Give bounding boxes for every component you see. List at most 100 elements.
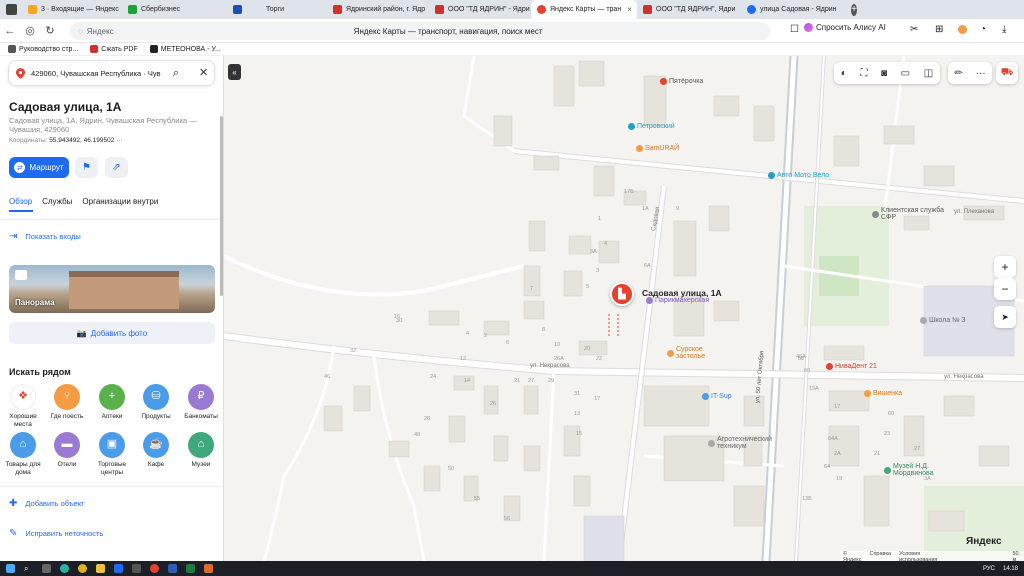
protect-icon[interactable]: ◎ xyxy=(20,24,40,37)
collapse-panel-button[interactable]: « xyxy=(228,64,241,80)
poi[interactable]: Музей Н.Д. Мордвинова xyxy=(884,463,944,477)
extension-icon[interactable]: ✂ xyxy=(910,24,918,35)
explorer-icon[interactable] xyxy=(96,564,105,573)
fork-icon: ⑂ xyxy=(54,384,80,410)
app-icon[interactable] xyxy=(132,564,141,573)
poi[interactable]: Авто Мото Вело xyxy=(768,172,829,179)
coordinates-value[interactable]: 55.943492, 46.199502 xyxy=(49,137,114,144)
browser-tab-active[interactable]: Яндекс Карты — тран × xyxy=(531,0,637,19)
street-label: ул. Некрасова xyxy=(530,363,570,369)
category-home-goods[interactable]: ⌂ Товары для дома xyxy=(2,432,44,476)
close-tab-icon[interactable]: × xyxy=(627,5,632,14)
panel-scrollbar[interactable] xyxy=(220,116,223,296)
reload-icon[interactable]: ↻ xyxy=(40,24,60,37)
layers-icon[interactable]: ◐ xyxy=(841,68,847,79)
browser-menu-button[interactable] xyxy=(0,0,22,19)
alice-icon xyxy=(804,23,813,32)
add-object-link[interactable]: ✚ Добавить объект xyxy=(9,498,85,509)
lang-indicator[interactable]: РУС xyxy=(983,566,995,572)
clock[interactable]: 14:18 xyxy=(1003,566,1018,572)
share-button[interactable]: ⇗ xyxy=(105,157,128,178)
ruler-icon[interactable]: ✏ xyxy=(954,68,962,79)
back-arrow-icon[interactable]: ← xyxy=(0,25,20,37)
word-icon[interactable] xyxy=(168,564,177,573)
app-icon[interactable] xyxy=(204,564,213,573)
excel-icon[interactable] xyxy=(186,564,195,573)
poi[interactable]: Петровский xyxy=(628,123,675,130)
map-canvas[interactable]: « ◐ ⛶ ◙ ▭ ◫ ✏ ··· ⛟ + − ➤ Пятёрочка Петр… xyxy=(224,56,1024,561)
poi[interactable]: Пятёрочка xyxy=(660,78,703,85)
more-icon[interactable]: ··· xyxy=(976,68,986,79)
poi[interactable]: Школа № 3 xyxy=(920,317,966,324)
divider xyxy=(0,486,223,487)
locate-me-button[interactable]: ➤ xyxy=(994,306,1016,328)
category-pharmacy[interactable]: + Аптеки xyxy=(91,384,133,421)
url-field[interactable]: ◌ Яндекс Яндекс Карты — транспорт, навиг… xyxy=(70,22,770,40)
new-tab-button[interactable]: + xyxy=(845,0,863,19)
chrome-icon[interactable] xyxy=(78,564,87,573)
app-icon[interactable] xyxy=(114,564,123,573)
poi[interactable]: НиваДент 21 xyxy=(826,363,877,370)
layers-stack-icon[interactable]: ◫ xyxy=(924,68,933,79)
poi[interactable]: IT-Sup xyxy=(702,393,732,400)
profile-button[interactable]: ⛟ xyxy=(996,62,1018,84)
tab-organizations[interactable]: Организации внутри xyxy=(82,197,158,206)
bookmark-icon[interactable]: ☐ xyxy=(790,24,799,35)
category-hotels[interactable]: ▬ Отели xyxy=(46,432,88,469)
browser-tab[interactable]: 3 · Входящие — Яндекс xyxy=(22,0,122,19)
close-icon[interactable]: ✕ xyxy=(199,66,208,79)
yandex-browser-icon[interactable] xyxy=(150,564,159,573)
poi[interactable]: Вишенка xyxy=(864,390,902,397)
poi[interactable]: Сурское застолье xyxy=(667,346,712,360)
camera-icon[interactable]: ◙ xyxy=(881,68,887,79)
browser-tab[interactable]: ООО "ТД ЯДРИН", Ядри xyxy=(637,0,741,19)
category-atm[interactable]: ₽ Банкоматы xyxy=(180,384,222,421)
panorama-icon[interactable]: ⛶ xyxy=(860,68,867,79)
bookmark-item[interactable]: Руководство стр... xyxy=(8,45,78,53)
poi[interactable]: Клиентская служба СФР xyxy=(872,207,944,221)
category-good-places[interactable]: ❖ Хорошие места xyxy=(2,384,44,428)
save-bookmark-button[interactable]: ⚑ xyxy=(75,157,98,178)
category-food[interactable]: ⑂ Где поесть xyxy=(46,384,88,421)
house-number: 26А xyxy=(554,356,564,362)
bookmark-item[interactable]: Сжать PDF xyxy=(90,45,138,53)
add-photo-button[interactable]: 📷 Добавить фото xyxy=(9,322,215,344)
category-groceries[interactable]: ⛁ Продукты xyxy=(135,384,177,421)
browser-tab[interactable]: ООО "ТД ЯДРИН" - Ядри xyxy=(429,0,531,19)
selected-place-marker[interactable]: ▙ xyxy=(610,282,634,306)
help-link[interactable]: Справка xyxy=(869,551,891,561)
bookmark-item[interactable]: МЕТЕОНОВА - У... xyxy=(149,45,221,53)
route-button[interactable]: ⇄ Маршрут xyxy=(9,157,69,178)
extension-icon[interactable] xyxy=(958,25,967,34)
bus-icon[interactable]: ▭ xyxy=(901,68,910,79)
poi[interactable]: SamURAЙ xyxy=(636,145,679,152)
tab-overview[interactable]: Обзор xyxy=(9,197,32,206)
category-cafe[interactable]: ☕ Кафе xyxy=(135,432,177,469)
edge-icon[interactable] xyxy=(60,564,69,573)
alice-button[interactable]: Спросить Алису AI xyxy=(804,23,886,32)
download-icon[interactable]: ⤓ xyxy=(1002,24,1006,35)
browser-tab[interactable]: Торги xyxy=(227,0,327,19)
search-icon[interactable]: ⌕ xyxy=(173,67,179,80)
more-icon[interactable]: ··· xyxy=(116,137,123,144)
browser-tab[interactable]: Ядринский район, г. Ядр xyxy=(327,0,429,19)
terms-link[interactable]: Условия использования xyxy=(899,551,944,561)
windows-start-icon[interactable] xyxy=(6,564,15,573)
poi[interactable]: Агротехнический техникум xyxy=(708,436,778,450)
zoom-in-button[interactable]: + xyxy=(994,256,1016,278)
category-museums[interactable]: ⌂ Музеи xyxy=(180,432,222,469)
category-malls[interactable]: ▣ Торговые центры xyxy=(91,432,133,476)
profile-icon[interactable]: ◔ xyxy=(980,24,986,35)
panorama-preview[interactable]: Панорама xyxy=(9,265,215,313)
extension-icon[interactable]: ⊞ xyxy=(935,24,943,35)
zoom-out-button[interactable]: − xyxy=(994,278,1016,300)
fix-error-link[interactable]: ✎ Исправить неточность xyxy=(9,528,103,539)
show-entrances-link[interactable]: ⇥ Показать входы xyxy=(9,231,81,242)
search-icon[interactable]: ⌕ xyxy=(24,564,33,573)
poi[interactable]: Парикмахерская xyxy=(646,297,709,304)
search-input[interactable]: 429060, Чувашская Республика · Чув ⌕ ✕ xyxy=(8,60,215,86)
taskview-icon[interactable] xyxy=(42,564,51,573)
browser-tab[interactable]: Сбербизнес xyxy=(122,0,227,19)
browser-tab[interactable]: улица Садовая - Ядрин xyxy=(741,0,845,19)
tab-services[interactable]: Службы xyxy=(42,197,72,206)
